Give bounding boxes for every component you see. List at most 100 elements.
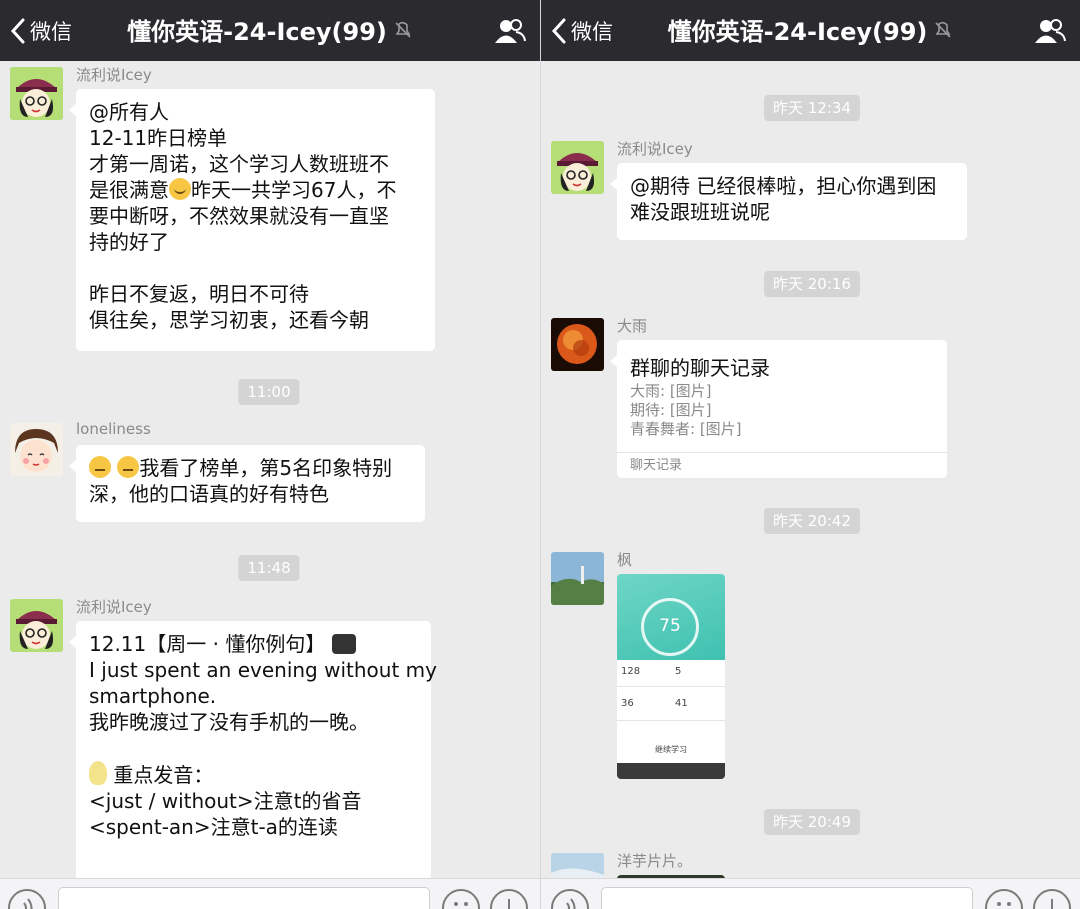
navigation-bar: 微信 懂你英语-24-Icey(99)	[0, 0, 540, 61]
timestamp: 昨天 20:16	[764, 271, 860, 297]
input-toolbar	[0, 878, 540, 909]
sender-name: 流利说Icey	[76, 598, 152, 616]
voice-button[interactable]	[8, 889, 46, 909]
chevron-left-icon	[551, 18, 566, 44]
sender-name: 流利说Icey	[617, 140, 693, 158]
message-bubble[interactable]: 12.11【周一 · 懂你例句】 I just spent an evening…	[69, 621, 437, 878]
voice-button[interactable]	[551, 889, 589, 909]
avatar[interactable]	[551, 318, 604, 371]
input-toolbar	[541, 878, 1080, 909]
message-text: 持的好了	[89, 230, 169, 254]
avatar[interactable]	[10, 67, 63, 120]
plus-icon	[1051, 899, 1053, 909]
stat-value: 36	[621, 698, 634, 709]
divider	[617, 720, 725, 721]
chat-title-text: 懂你英语-24-Icey(99)	[127, 18, 387, 46]
thinking-emoji-icon	[117, 456, 140, 478]
message-text: 是很满意	[89, 178, 169, 202]
card-preview-item: 期待: [图片]	[630, 401, 712, 419]
emoji-icon	[454, 902, 468, 906]
back-button[interactable]: 微信	[551, 14, 613, 48]
message-bubble[interactable]: @期待 已经很棒啦，担心你遇到困 难没跟班班说呢	[610, 163, 967, 240]
message-input[interactable]	[601, 887, 973, 909]
message-text: 才第一周诺，这个学习人数班班不	[89, 152, 389, 176]
avatar[interactable]	[551, 853, 604, 878]
sender-name: 大雨	[617, 317, 648, 335]
message-text: <just / without>注意t的省音	[89, 789, 362, 813]
message-bubble[interactable]: 我看了榜单，第5名印象特别 深，他的口语真的好有特色	[69, 445, 425, 522]
message-text	[89, 255, 422, 281]
sender-name: 流利说Icey	[76, 66, 152, 84]
avatar[interactable]	[551, 552, 604, 605]
message-text: 俱往矣，思学习初衷，还看今朝	[89, 308, 369, 332]
message-input[interactable]	[58, 887, 430, 909]
movie-camera-icon	[331, 634, 356, 654]
crying-emoji-icon	[169, 178, 191, 200]
emoji-button[interactable]	[985, 889, 1023, 909]
back-label: 微信	[30, 20, 72, 44]
voice-icon	[23, 898, 33, 909]
message-text: 12.11【周一 · 懂你例句】	[89, 632, 326, 656]
message-text: 我昨晚渡过了没有手机的一晚。	[89, 710, 369, 734]
message-text-line: 重点发音：	[89, 761, 418, 788]
voice-icon	[566, 898, 576, 909]
lightbulb-icon	[89, 761, 107, 785]
card-title: 群聊的聊天记录	[630, 356, 770, 380]
thinking-emoji-icon	[89, 456, 111, 478]
more-button[interactable]	[490, 889, 528, 909]
mute-icon	[933, 20, 953, 40]
sender-name: loneliness	[76, 420, 151, 438]
divider	[617, 686, 725, 687]
message-text: <spent-an>注意t-a的连读	[89, 815, 338, 839]
sender-name: 枫	[617, 551, 633, 569]
chevron-left-icon	[10, 18, 25, 44]
chat-panel-left: 微信 懂你英语-24-Icey(99) 流利说Icey @所有人 12-11昨日…	[0, 0, 540, 909]
stat-value: 5	[675, 666, 682, 677]
message-text-line: 是很满意 昨天一共学习67人，不	[89, 177, 422, 203]
message-text: @所有人	[89, 100, 169, 124]
stat-value: 128	[621, 666, 641, 677]
image-message[interactable]: 75 128 5 36 41 继续学习	[617, 574, 725, 779]
emoji-icon	[997, 902, 1011, 906]
group-members-button[interactable]	[1034, 16, 1066, 46]
image-footer	[617, 763, 725, 779]
group-members-icon	[495, 19, 526, 43]
message-bubble[interactable]: @所有人 12-11昨日榜单 才第一周诺，这个学习人数班班不 是很满意 昨天一共学…	[69, 89, 435, 351]
message-text: 12-11昨日榜单	[89, 126, 228, 150]
card-footer: 聊天记录	[617, 452, 947, 478]
score-ring: 75	[641, 598, 699, 656]
back-label: 微信	[571, 20, 613, 44]
stat-value: 41	[675, 698, 688, 709]
more-button[interactable]	[1033, 889, 1071, 909]
chat-panel-right: 微信 懂你英语-24-Icey(99) 昨天 12:34 流利说Icey @期待…	[540, 0, 1080, 909]
message-text: 重点发音：	[113, 763, 214, 787]
sender-name: 洋芋片片。	[617, 852, 693, 870]
timestamp: 昨天 20:42	[764, 508, 860, 534]
message-text: smartphone.	[89, 684, 217, 708]
timestamp: 11:48	[238, 555, 300, 581]
group-members-icon	[1035, 19, 1066, 43]
message-text-line: 我看了榜单，第5名印象特别	[89, 455, 412, 481]
avatar[interactable]	[10, 423, 63, 476]
avatar[interactable]	[10, 599, 63, 652]
message-text: 昨日不复返，明日不可待	[89, 282, 309, 306]
card-preview-item: 青春舞者: [图片]	[630, 420, 742, 438]
timestamp: 昨天 20:49	[764, 809, 860, 835]
message-text: 要中断呀，不然效果就没有一直坚	[89, 204, 389, 228]
message-text: I just spent an evening without my	[89, 658, 437, 682]
message-list[interactable]: 昨天 12:34 流利说Icey @期待 已经很棒啦，担心你遇到困 难没跟班班说…	[541, 61, 1080, 878]
timestamp: 昨天 12:34	[764, 95, 860, 121]
back-button[interactable]: 微信	[10, 14, 72, 48]
navigation-bar: 微信 懂你英语-24-Icey(99)	[541, 0, 1080, 61]
avatar[interactable]	[551, 141, 604, 194]
message-text: 昨天一共学习67人，不	[191, 178, 397, 202]
timestamp: 11:00	[238, 379, 300, 405]
chat-title: 懂你英语-24-Icey(99)	[70, 12, 470, 47]
group-members-button[interactable]	[494, 16, 526, 46]
message-text	[89, 735, 418, 761]
message-text: @期待 已经很棒啦，担心你遇到困	[630, 174, 937, 198]
card-preview: 大雨: [图片] 期待: [图片] 青春舞者: [图片]	[630, 382, 742, 439]
message-list[interactable]: 流利说Icey @所有人 12-11昨日榜单 才第一周诺，这个学习人数班班不 是…	[0, 61, 540, 878]
emoji-button[interactable]	[442, 889, 480, 909]
chat-record-card[interactable]: 群聊的聊天记录 大雨: [图片] 期待: [图片] 青春舞者: [图片] 聊天记…	[610, 340, 947, 478]
